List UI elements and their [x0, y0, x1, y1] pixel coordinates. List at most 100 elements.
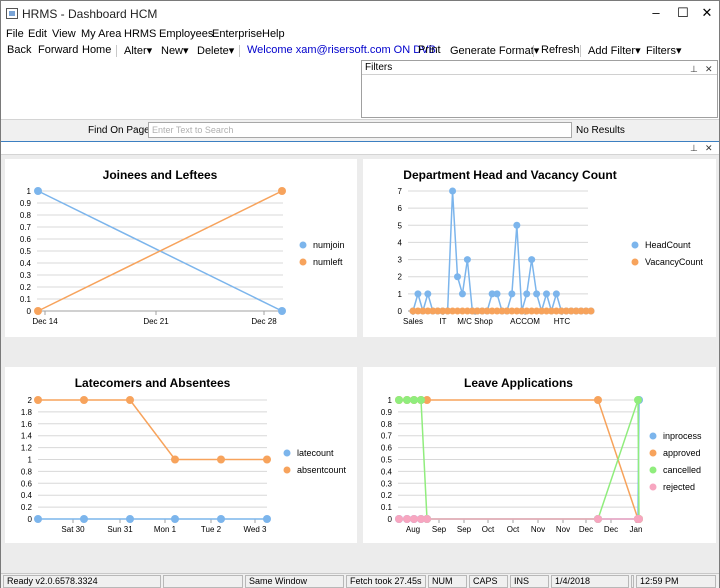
y-tick-label: 1.8: [21, 408, 33, 417]
status-bar: Ready v2.0.6578.3324 Same Window Fetch t…: [1, 573, 719, 588]
title-bar: HRMS - Dashboard HCM ‒ ☐ ✕: [1, 1, 719, 27]
legend-label-cancelled: cancelled: [663, 465, 701, 475]
legend-label-numleft: numleft: [313, 257, 343, 267]
x-tick-label: Jan: [630, 525, 643, 534]
y-tick-label: 0.2: [20, 283, 32, 292]
series-line-HeadCount: [412, 190, 591, 314]
app-icon: [6, 8, 18, 19]
chart-card-leave: Leave Applications 0 0.1 0.2 0.3 0.4 0.5 0.6 0.7…: [363, 367, 716, 543]
y-tick-label: 0.1: [20, 295, 32, 304]
home-button[interactable]: Home: [82, 44, 111, 56]
x-tick-label: Sales: [403, 317, 423, 326]
close-button[interactable]: ✕: [693, 2, 720, 24]
legend-label-latecount: latecount: [297, 448, 334, 458]
data-point-numleft: [34, 307, 42, 315]
data-point-absentcount: [217, 455, 225, 464]
data-point-HeadCount: [523, 290, 531, 298]
close-icon[interactable]: ✕: [705, 62, 713, 76]
x-tick-label: M/C Shop: [457, 317, 493, 326]
y-tick-label: 0: [398, 307, 403, 316]
menu-my-area[interactable]: My Area: [81, 28, 121, 40]
menu-help[interactable]: Help: [262, 28, 285, 40]
menu-file[interactable]: File: [6, 28, 24, 40]
legend-label-absentcount: absentcount: [297, 465, 347, 475]
legend-label-inprocess: inprocess: [663, 431, 702, 441]
new-dropdown[interactable]: New▾: [161, 44, 189, 57]
data-point-absentcount: [34, 396, 42, 404]
legend-label-VacancyCount: VacancyCount: [645, 257, 703, 267]
data-point-latecount: [80, 515, 88, 523]
menu-view[interactable]: View: [52, 28, 76, 40]
y-tick-label: 2: [28, 396, 33, 405]
find-label: Find On Page: [88, 125, 150, 136]
data-point-HeadCount: [414, 290, 422, 298]
filters-panel-title: Filters: [365, 62, 393, 73]
minimize-button[interactable]: ‒: [642, 2, 670, 24]
x-tick-label: Aug: [406, 525, 420, 534]
delete-dropdown[interactable]: Delete▾: [197, 44, 234, 57]
series-line-absentcount: [38, 399, 267, 461]
chart-svg: Department Head and Vacancy Count 0 1 2 3 4 5 6…: [398, 168, 704, 326]
menu-edit[interactable]: Edit: [28, 28, 47, 40]
data-point-cancelled: [634, 396, 642, 404]
status-caps: CAPS: [469, 575, 508, 588]
x-tick-label: IT: [439, 317, 446, 326]
legend-label-numjoin: numjoin: [313, 240, 345, 250]
data-point-rejected: [423, 515, 431, 523]
data-point-approved: [594, 396, 602, 404]
x-tick-label: Dec 14: [32, 317, 58, 326]
pin-icon[interactable]: ⊥: [690, 143, 698, 154]
x-tick-label: Wed 3: [244, 525, 268, 534]
y-tick-label: 0: [388, 515, 393, 524]
data-point-absentcount: [126, 396, 134, 404]
menu-hrms[interactable]: HRMS: [124, 28, 156, 40]
y-tick-label: 0: [27, 307, 32, 316]
data-point-HeadCount: [508, 290, 516, 298]
x-tick-label: Oct: [482, 525, 495, 534]
status-blank-2: [631, 575, 634, 588]
alter-dropdown[interactable]: Alter▾: [124, 44, 152, 57]
y-tick-label: 0.9: [20, 199, 32, 208]
y-tick-label: 4: [398, 238, 403, 247]
data-point-latecount: [171, 515, 179, 523]
y-tick-label: 3: [398, 256, 403, 265]
data-point-cancelled: [403, 396, 411, 404]
data-point-HeadCount: [528, 256, 536, 264]
data-point-latecount: [126, 515, 134, 523]
x-tick-label: Sat 30: [61, 525, 85, 534]
data-point-HeadCount: [454, 273, 461, 281]
data-point-HeadCount: [424, 290, 432, 298]
legend-marker-HeadCount: [631, 241, 639, 249]
legend-label-HeadCount: HeadCount: [645, 240, 691, 250]
menu-employees[interactable]: Employees: [159, 28, 213, 40]
welcome-text: Welcome xam@risersoft.com ON DVB: [247, 44, 436, 56]
y-tick-label: 6: [398, 204, 403, 213]
back-button[interactable]: Back: [7, 44, 31, 56]
add-filter-dropdown[interactable]: Add Filter▾: [588, 44, 641, 57]
data-point-VacancyCount: [587, 307, 595, 315]
data-point-cancelled: [410, 396, 418, 404]
x-tick-label: Dec: [579, 525, 593, 534]
x-tick-label: Dec: [604, 525, 618, 534]
pin-icon[interactable]: ⊥: [690, 62, 698, 76]
y-tick-label: 0.4: [21, 491, 33, 500]
data-point-numleft: [278, 187, 286, 195]
generate-format-dropdown[interactable]: Generate Format▾: [450, 44, 539, 57]
filters-panel: Filters ⊥ ✕: [361, 60, 718, 118]
chart-card-latecomers: Latecomers and Absentees 0 0.2 0.4 0.6 0.8 1 1.…: [5, 367, 357, 543]
close-icon[interactable]: ✕: [705, 143, 713, 154]
forward-button[interactable]: Forward: [38, 44, 78, 56]
x-tick-label: Dec 21: [143, 317, 169, 326]
legend-label-approved: approved: [663, 448, 701, 458]
x-tick-label: Sep: [432, 525, 447, 534]
filters-dropdown[interactable]: Filters▾: [646, 44, 681, 57]
menu-enterprise[interactable]: Enterprise: [212, 28, 262, 40]
find-input[interactable]: [148, 122, 572, 138]
y-tick-label: 0: [28, 515, 33, 524]
print-button[interactable]: Print: [418, 44, 441, 56]
data-point-latecount: [263, 515, 271, 523]
refresh-button[interactable]: Refresh: [541, 44, 580, 56]
data-point-absentcount: [263, 455, 271, 464]
x-tick-label: Tue 2: [201, 525, 222, 534]
find-bar: Find On Page No Results: [1, 119, 719, 141]
